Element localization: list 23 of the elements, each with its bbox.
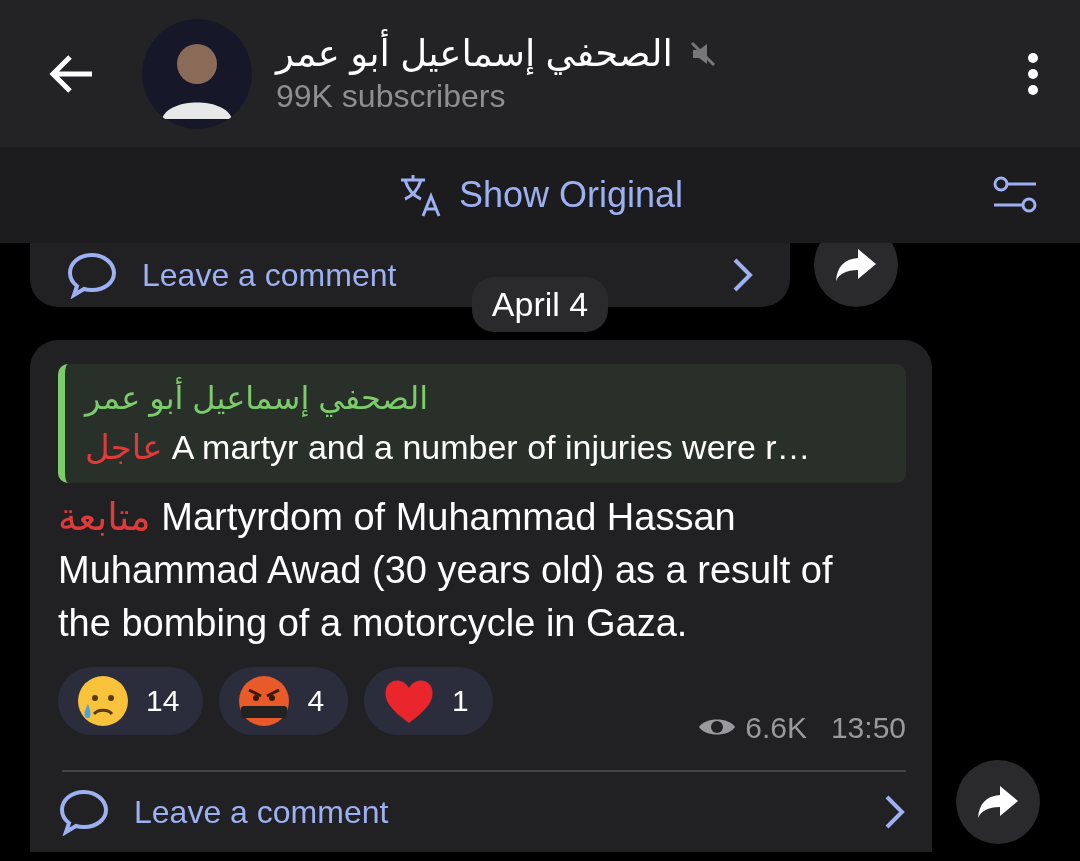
- show-original-link[interactable]: Show Original: [458, 168, 684, 222]
- avatar[interactable]: [142, 18, 252, 129]
- message-time: 13:50: [830, 709, 906, 746]
- leave-comment-link[interactable]: Leave a comment: [134, 787, 389, 836]
- view-count: 6.6K: [745, 709, 807, 746]
- share-button[interactable]: [814, 243, 898, 307]
- chevron-icon: [732, 257, 754, 293]
- date-separator: April 4: [471, 277, 609, 332]
- back-icon[interactable]: [48, 53, 94, 94]
- comment-icon: [66, 251, 118, 299]
- angry-face-icon: [237, 673, 292, 728]
- more-icon[interactable]: [1026, 51, 1040, 96]
- share-icon: [976, 783, 1020, 820]
- chevron-icon: [884, 793, 906, 830]
- share-icon: [834, 247, 878, 283]
- reaction-button[interactable]: 1: [364, 666, 493, 735]
- subscriber-count: 99K subscribers: [276, 76, 507, 115]
- leave-comment-link[interactable]: Leave a comment: [142, 251, 397, 299]
- quote-author: الصحفي إسماعيل أبو عمر: [85, 374, 886, 422]
- comment-icon: [58, 787, 110, 836]
- crying-face-icon: [76, 673, 130, 728]
- reaction-button[interactable]: 14: [58, 666, 204, 735]
- reaction-button[interactable]: 4: [219, 666, 349, 735]
